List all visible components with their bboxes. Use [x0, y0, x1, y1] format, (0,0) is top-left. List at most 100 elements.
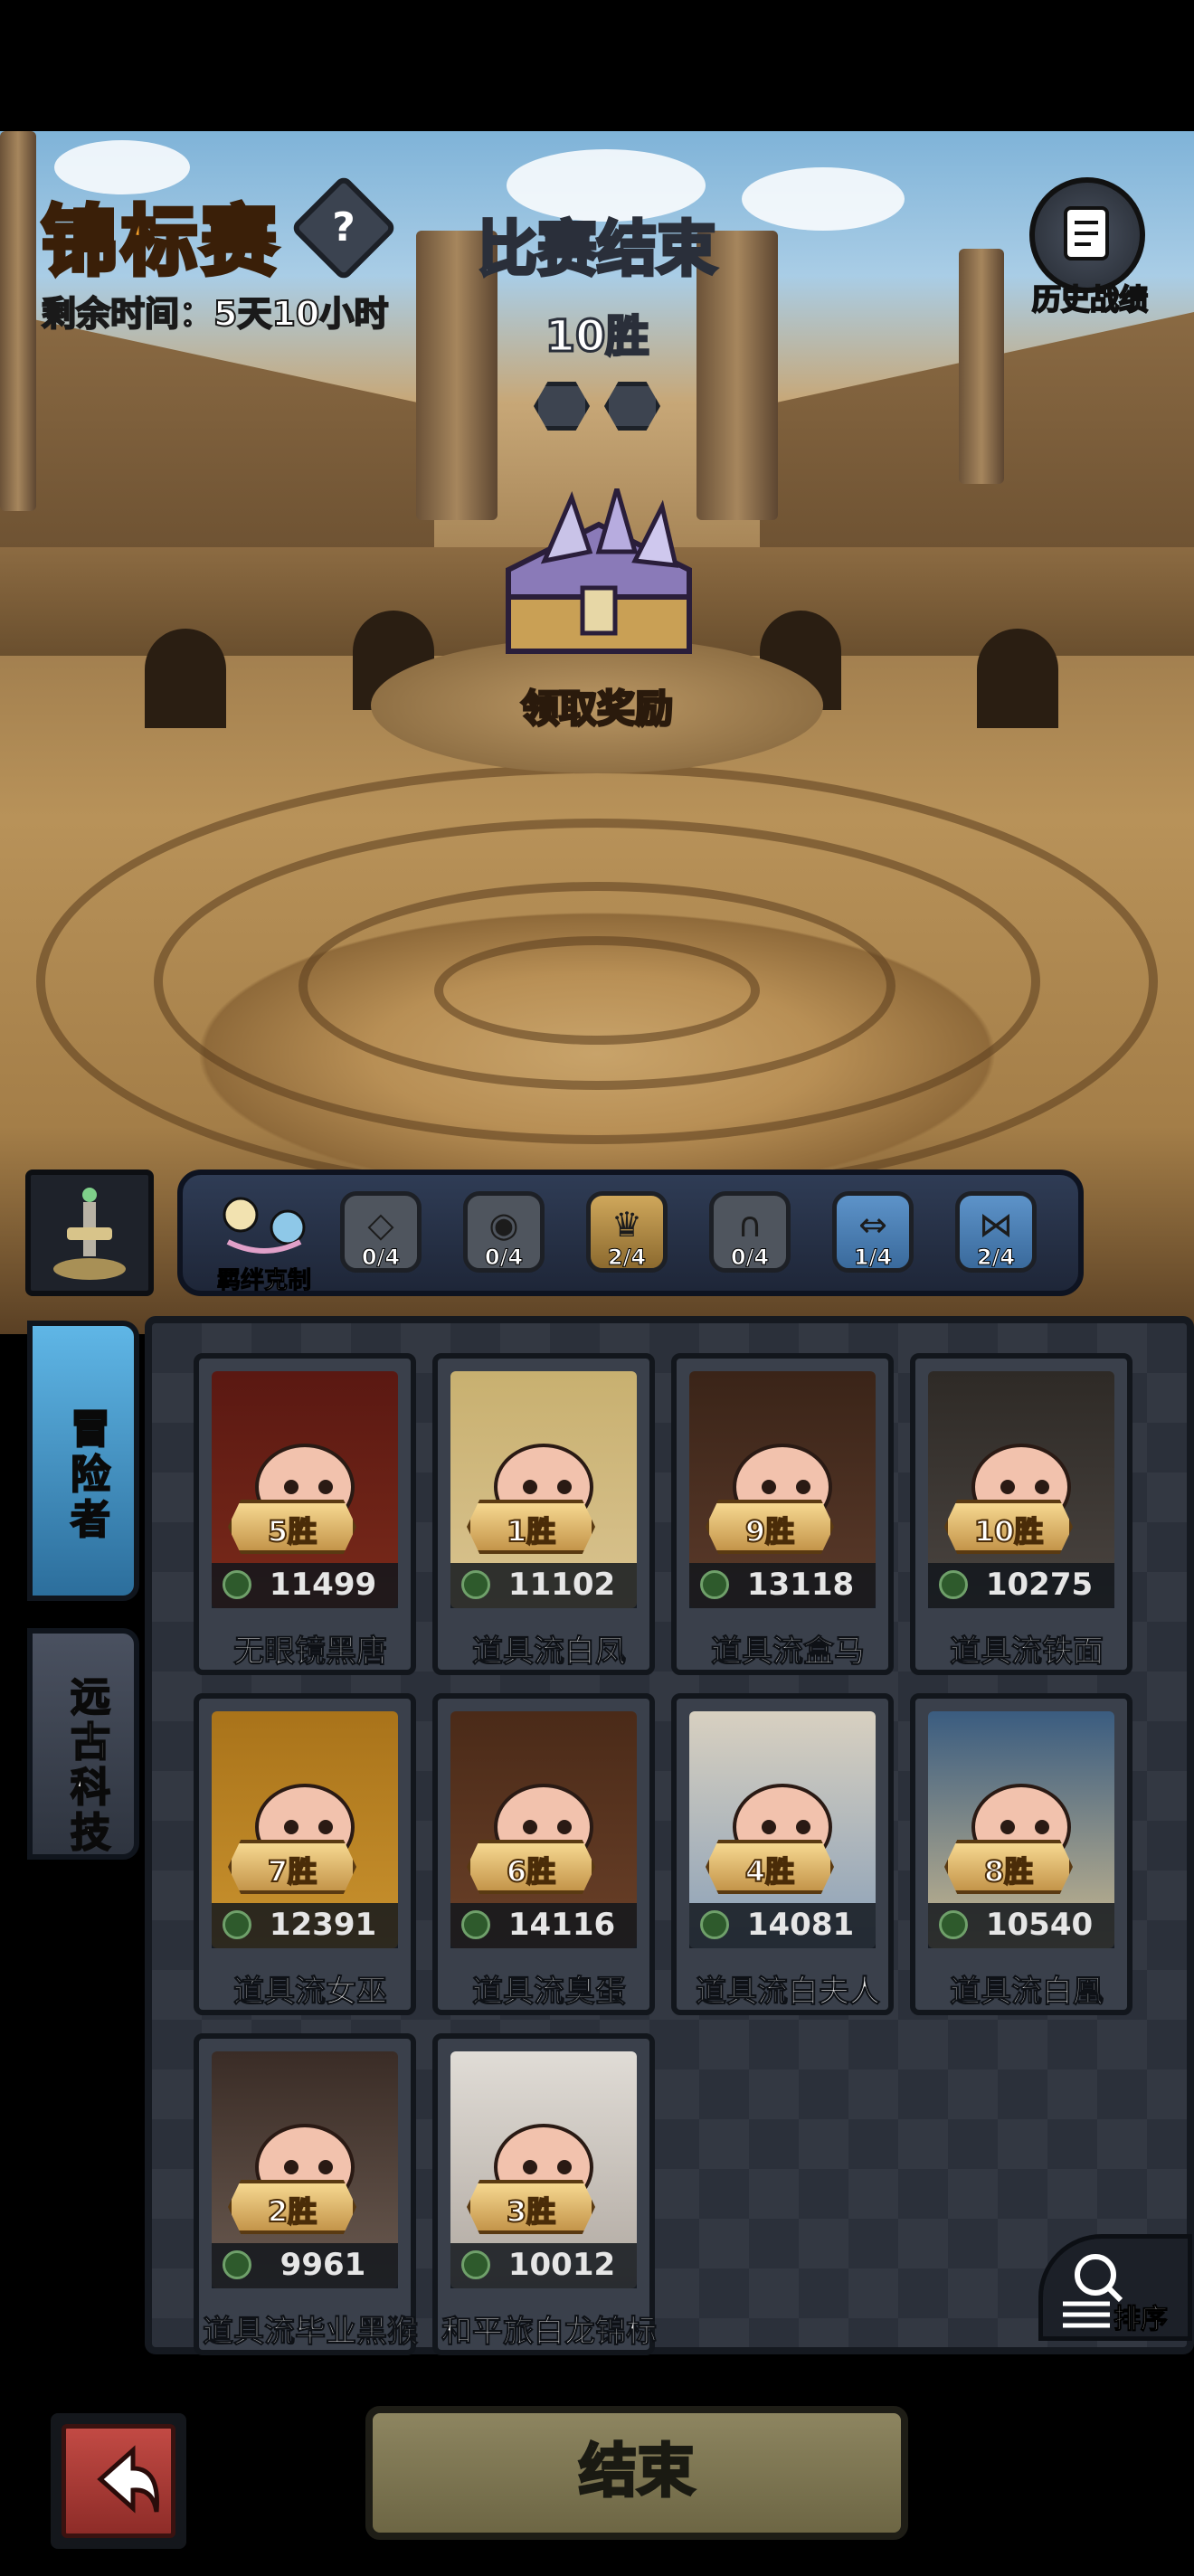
score-bar: 11499	[212, 1563, 398, 1608]
score-value: 9961	[280, 2247, 366, 2283]
synergy-badge[interactable]: ⋈ 2/4	[955, 1191, 1037, 1273]
synergy-badge[interactable]: ∩ 0/4	[709, 1191, 791, 1273]
back-button[interactable]	[51, 2413, 186, 2549]
tab-adventurers-label: 冒险者	[70, 1406, 111, 1544]
leaf-icon	[223, 2250, 251, 2279]
score-bar: 14116	[450, 1903, 637, 1948]
eye	[796, 1480, 810, 1494]
leaf-icon	[223, 1910, 251, 1939]
game-screen: { "header": { "title": "锦标赛", "help_icon…	[0, 0, 1194, 2576]
wins-value: 7胜	[267, 1853, 317, 1889]
wins-badge: 8胜	[944, 1840, 1073, 1894]
adventurer-card[interactable]: 14116 6胜道具流臭蛋	[432, 1693, 655, 2015]
synergy-count: 1/4	[853, 1245, 893, 1271]
leaf-icon	[700, 1910, 729, 1939]
adventurer-name: 道具流毕业黑猴	[203, 2314, 419, 2351]
synergy-badge[interactable]: ◇ 0/4	[340, 1191, 422, 1273]
wins-value: 1胜	[506, 1513, 556, 1549]
score-bar: 13118	[689, 1563, 876, 1608]
adventurer-name: 和平旅白龙锦标	[441, 2314, 658, 2351]
leaf-icon	[939, 1910, 968, 1939]
adventurer-card[interactable]: 10012 3胜和平旅白龙锦标	[432, 2033, 658, 2355]
eye	[284, 2160, 298, 2174]
score-value: 14116	[507, 1907, 616, 1943]
score-value: 10012	[507, 2247, 616, 2283]
leaf-icon	[939, 1570, 968, 1599]
treasure-chest-icon[interactable]	[481, 488, 716, 687]
wins-badge: 9胜	[706, 1500, 834, 1554]
wins-value: 2胜	[267, 2193, 317, 2230]
adventurer-card[interactable]: 11102 1胜道具流白凤	[432, 1353, 655, 1675]
synergy-badge[interactable]: ◉ 0/4	[463, 1191, 545, 1273]
adventurer-name: 道具流白夫人	[696, 1974, 881, 2011]
leaf-icon	[700, 1570, 729, 1599]
adventurer-card[interactable]: 10275 10胜道具流铁面	[910, 1353, 1132, 1675]
synergy-count: 2/4	[976, 1245, 1016, 1271]
adventurer-card[interactable]: 10540 8胜 道具流白凰	[910, 1693, 1132, 2015]
eye	[523, 2160, 537, 2174]
score-value: 13118	[746, 1567, 855, 1603]
adventurer-card[interactable]: 13118 9胜道具流盒马	[671, 1353, 894, 1675]
totem-button[interactable]	[25, 1170, 154, 1296]
adventurer-card[interactable]: 12391 7胜道具流女巫	[194, 1693, 416, 2015]
wins-value: 5胜	[267, 1513, 317, 1549]
adventurer-name: 道具流盒马	[711, 1634, 866, 1671]
eye	[1000, 1820, 1015, 1834]
tab-adventurers[interactable]: 冒险者	[27, 1321, 139, 1601]
eye	[1035, 1480, 1049, 1494]
claim-reward-label[interactable]: 领取奖励	[0, 678, 1194, 734]
wins-badge: 10胜	[944, 1500, 1073, 1554]
eye	[762, 1820, 776, 1834]
adventurer-card[interactable]: 11499 5胜 无眼镜黑唐	[194, 1353, 416, 1675]
adventurer-name: 道具流铁面	[950, 1634, 1104, 1671]
score-bar: 14081	[689, 1903, 876, 1948]
wins-badge: 3胜	[467, 2180, 595, 2234]
synergy-badge[interactable]: ⇔ 1/4	[832, 1191, 914, 1273]
end-button[interactable]: 结束	[365, 2406, 908, 2540]
leaf-icon	[461, 2250, 490, 2279]
synergy-count: 0/4	[730, 1245, 770, 1271]
score-bar: 10012	[450, 2243, 637, 2288]
history-button[interactable]	[1029, 177, 1145, 293]
eye	[318, 1820, 333, 1834]
adventurer-card[interactable]: 9961 2胜道具流毕业黑猴	[194, 2033, 419, 2355]
wins-value: 6胜	[506, 1853, 556, 1889]
tab-ancient-tech[interactable]: 远古科技	[27, 1628, 139, 1860]
eye	[523, 1820, 537, 1834]
adventurer-name: 道具流白凤	[472, 1634, 627, 1671]
synergy-counter-button[interactable]: 羁绊克制	[201, 1188, 327, 1295]
bowtie-icon: ⋈	[979, 1205, 1013, 1245]
sort-button[interactable]: 排序	[1038, 2234, 1192, 2341]
wins-value: 10胜	[973, 1513, 1045, 1549]
synergy-bar: 羁绊克制 ◇ 0/4 ◉ 0/4 ♛ 2/4 ∩ 0/4 ⇔ 1/4 ⋈ 2/4	[177, 1170, 1084, 1296]
back-button-face	[62, 2424, 175, 2538]
sort-label: 排序	[1113, 2304, 1169, 2336]
score-bar: 10275	[928, 1563, 1114, 1608]
return-arrow-icon	[97, 2445, 159, 2514]
wins-badge: 5胜	[228, 1500, 356, 1554]
history-label: 历史战绩	[1031, 281, 1149, 317]
score-value: 11102	[507, 1567, 616, 1603]
eye	[557, 1480, 572, 1494]
leaf-icon	[223, 1570, 251, 1599]
eye	[796, 1820, 810, 1834]
synergy-badge[interactable]: ♛ 2/4	[586, 1191, 668, 1273]
score-value: 12391	[269, 1907, 377, 1943]
adventurer-name: 道具流臭蛋	[472, 1974, 627, 2011]
adventurer-card[interactable]: 14081 4胜道具流白夫人	[671, 1693, 894, 2015]
wins-badge: 1胜	[467, 1500, 595, 1554]
wins-badge: 4胜	[706, 1840, 834, 1894]
wins-badge: 6胜	[467, 1840, 595, 1894]
synergy-count: 2/4	[607, 1245, 647, 1271]
wins-badge: 2胜	[228, 2180, 356, 2234]
scroll-icon	[1064, 206, 1109, 260]
adventurer-name: 道具流女巫	[233, 1974, 388, 2011]
wins-value: 8胜	[983, 1853, 1034, 1889]
eye	[557, 1820, 572, 1834]
bond-icon	[223, 1197, 306, 1254]
match-status: 比赛结束	[476, 213, 718, 286]
eye-icon: ◉	[488, 1205, 519, 1245]
eye	[762, 1480, 776, 1494]
leaf-icon	[461, 1910, 490, 1939]
synergy-label: 羁绊克制	[216, 1267, 311, 1295]
